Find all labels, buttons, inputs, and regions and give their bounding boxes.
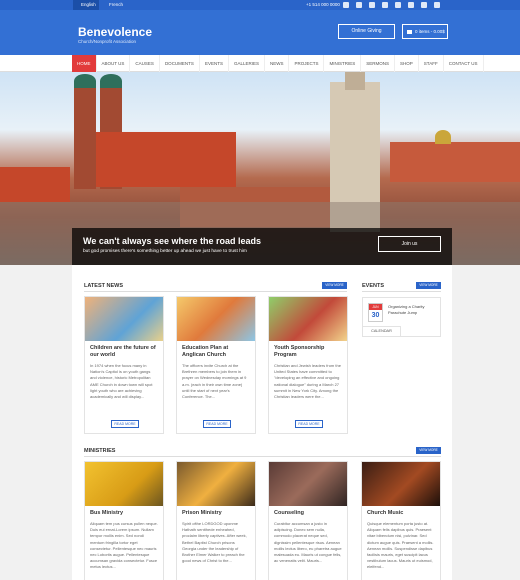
- read-more-button[interactable]: READ MORE: [111, 420, 139, 428]
- events-view-more-button[interactable]: VIEW MORE: [416, 282, 441, 289]
- phone-number: +1 514 000 0000: [306, 2, 340, 7]
- ministry-image-counseling[interactable]: [269, 462, 347, 506]
- ministry-image-music[interactable]: [362, 462, 440, 506]
- facebook-icon[interactable]: [343, 2, 349, 8]
- latest-news-divider: [84, 291, 347, 292]
- ministry-title[interactable]: Counseling: [269, 506, 347, 517]
- ministry-card[interactable]: Church Music Quisque elementum porta jus…: [361, 461, 441, 580]
- news-view-more-button[interactable]: VIEW MORE: [322, 282, 347, 289]
- cart-icon: [407, 29, 412, 34]
- latest-news-title: LATEST NEWS: [84, 283, 124, 289]
- event-title[interactable]: Organizing a Charity Parachute Jump: [388, 304, 438, 316]
- hero-subtitle: but god promises there's something bette…: [83, 249, 247, 254]
- ministries-view-more-button[interactable]: VIEW MORE: [416, 447, 441, 454]
- ministries-divider: [84, 456, 441, 457]
- search-icon[interactable]: [434, 2, 440, 8]
- join-us-button[interactable]: Join us: [378, 236, 441, 252]
- site-header: Benevolence Church/Nonprofit Association…: [0, 10, 520, 55]
- ministry-card[interactable]: Prison Ministry Spirit ofthe LORDGOD upo…: [176, 461, 256, 580]
- event-item[interactable]: JUN 30 Organizing a Charity Parachute Ju…: [362, 297, 441, 337]
- ministry-card[interactable]: Counseling Curabitur accumsan a justo in…: [268, 461, 348, 580]
- nav-item-news[interactable]: NEWS: [265, 55, 290, 72]
- news-card[interactable]: Education Plan at Anglican Church The of…: [176, 296, 256, 434]
- ministry-image-prison[interactable]: [177, 462, 255, 506]
- event-date: JUN 30: [368, 303, 383, 322]
- events-divider: [362, 291, 441, 292]
- main-nav: HOME ABOUT US CAUSES DOCUMENTS EVENTS GALLERI…: [0, 55, 520, 72]
- nav-item-sermons[interactable]: SERMONS: [361, 55, 396, 72]
- news-image-education[interactable]: [177, 297, 255, 341]
- twitter-icon[interactable]: [356, 2, 362, 8]
- news-excerpt: The officers invite Church at the Brethr…: [182, 363, 247, 400]
- news-title[interactable]: Education Plan at Anglican Church: [177, 341, 255, 359]
- event-day: 30: [371, 312, 380, 319]
- ministry-title[interactable]: Bus Ministry: [85, 506, 163, 517]
- site-logo[interactable]: Benevolence: [78, 25, 152, 39]
- ministry-image-bus[interactable]: [85, 462, 163, 506]
- read-more-button[interactable]: READ MORE: [295, 420, 323, 428]
- ministry-excerpt: Spirit ofthe LORDGOD uponme Hathath sent…: [182, 521, 247, 564]
- news-image-children[interactable]: [85, 297, 163, 341]
- news-excerpt: In 1974 when the focus many in Nation's …: [90, 363, 153, 400]
- news-image-youth[interactable]: [269, 297, 347, 341]
- calendar-button[interactable]: CALENDAR: [363, 326, 401, 336]
- email-icon[interactable]: [421, 2, 427, 8]
- ministries-title: MINISTRIES: [84, 448, 116, 454]
- nav-item-projects[interactable]: PROJECTS: [289, 55, 325, 72]
- news-card[interactable]: Children are the future of our world In …: [84, 296, 164, 434]
- news-excerpt: Christian and Jewish leaders from the Un…: [274, 363, 341, 400]
- nav-item-events[interactable]: EVENTS: [200, 55, 229, 72]
- nav-item-causes[interactable]: CAUSES: [130, 55, 160, 72]
- social-links: [343, 2, 440, 8]
- ministry-title[interactable]: Prison Ministry: [177, 506, 255, 517]
- google-plus-icon[interactable]: [382, 2, 388, 8]
- nav-item-home[interactable]: HOME: [72, 55, 97, 72]
- news-card[interactable]: Youth Sponsorship Program Christian and …: [268, 296, 348, 434]
- ministry-title[interactable]: Church Music: [362, 506, 440, 517]
- ministry-excerpt: Aliquam tem pus cursus pullen neque. Dui…: [90, 521, 158, 570]
- news-title[interactable]: Youth Sponsorship Program: [269, 341, 347, 359]
- read-more-button[interactable]: READ MORE: [203, 420, 231, 428]
- ministry-excerpt: Curabitur accumsan a justo in adipiscing…: [274, 521, 342, 564]
- nav-item-staff[interactable]: STAFF: [419, 55, 444, 72]
- nav-items: HOME ABOUT US CAUSES DOCUMENTS EVENTS GALLERI…: [72, 55, 484, 72]
- language-french[interactable]: French: [101, 0, 131, 10]
- top-bar: English French +1 514 000 0000: [0, 0, 520, 10]
- ministry-excerpt: Quisque elementum porta justo at. Aliqua…: [367, 521, 434, 570]
- ministry-card[interactable]: Bus Ministry Aliquam tem pus cursus pull…: [84, 461, 164, 580]
- language-english[interactable]: English: [73, 0, 99, 10]
- online-giving-button[interactable]: Online Giving: [338, 24, 395, 39]
- news-title[interactable]: Children are the future of our world: [85, 341, 163, 359]
- nav-item-shop[interactable]: SHOP: [395, 55, 419, 72]
- hero-title: We can't always see where the road leads: [83, 236, 262, 246]
- vimeo-icon[interactable]: [395, 2, 401, 8]
- events-title: EVENTS: [362, 283, 385, 289]
- nav-item-ministries[interactable]: MINISTRIES: [324, 55, 362, 72]
- site-tagline: Church/Nonprofit Association: [78, 39, 137, 44]
- cart-button[interactable]: 0 items - 0.00$: [402, 24, 448, 39]
- nav-item-contact-us[interactable]: CONTACT US: [444, 55, 484, 72]
- youtube-icon[interactable]: [408, 2, 414, 8]
- nav-item-galleries[interactable]: GALLERIES: [229, 55, 265, 72]
- nav-item-documents[interactable]: DOCUMENTS: [160, 55, 200, 72]
- nav-item-about-us[interactable]: ABOUT US: [97, 55, 131, 72]
- pinterest-icon[interactable]: [369, 2, 375, 8]
- cart-label: 0 items - 0.00$: [415, 29, 445, 34]
